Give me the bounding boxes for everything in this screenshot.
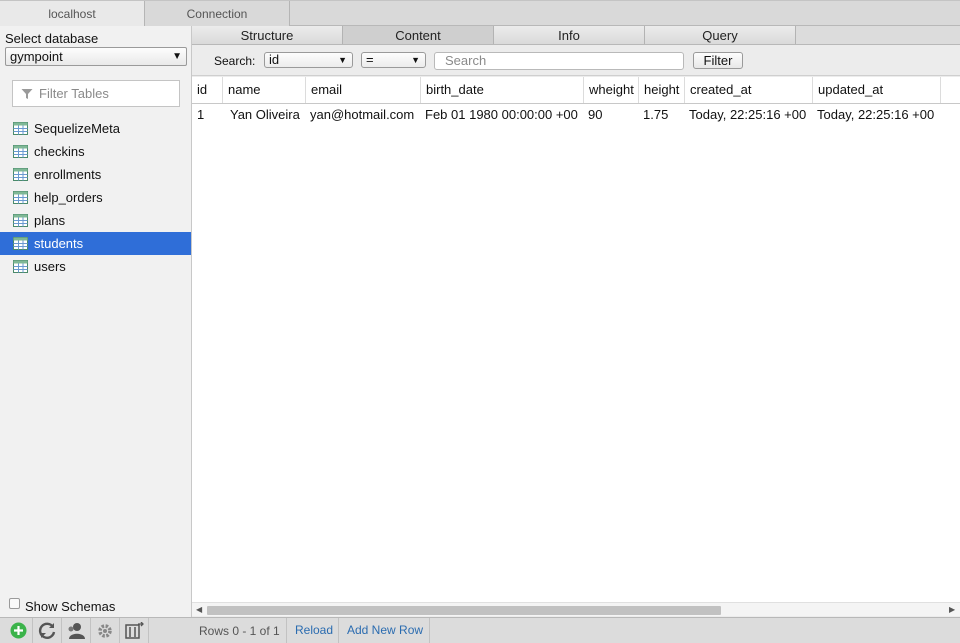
table-icon: [13, 145, 28, 158]
column-header-birth-date[interactable]: birth_date: [421, 77, 584, 103]
search-operator-value: =: [366, 52, 374, 67]
column-header-created-at[interactable]: created_at: [685, 77, 813, 103]
table-icon: [13, 260, 28, 273]
scrollbar-thumb[interactable]: [207, 606, 721, 615]
refresh-button[interactable]: [33, 618, 62, 643]
settings-button[interactable]: [91, 618, 120, 643]
table-item-students[interactable]: students: [0, 232, 191, 255]
column-header-updated-at[interactable]: updated_at: [813, 77, 941, 103]
table-item-label: students: [34, 236, 84, 251]
sidebar: Select database gympoint ▼ Filter Tables…: [0, 26, 192, 617]
table-item-plans[interactable]: plans: [0, 209, 191, 232]
cell-name[interactable]: Yan Oliveira: [225, 104, 308, 126]
table-item-checkins[interactable]: checkins: [0, 140, 191, 163]
user-icon: [68, 623, 85, 639]
add-new-row-button[interactable]: Add New Row: [338, 618, 431, 643]
table-item-label: users: [34, 259, 66, 274]
table-icon: [13, 168, 28, 181]
column-header-id[interactable]: id: [192, 77, 223, 103]
content-tabs: Structure Content Info Query: [192, 26, 960, 45]
table-icon: [13, 191, 28, 204]
tab-content[interactable]: Content: [343, 26, 494, 44]
column-header-height[interactable]: height: [639, 77, 685, 103]
cell-birth-date[interactable]: Feb 01 1980 00:00:00 +00: [420, 104, 584, 126]
filter-funnel-icon: [21, 89, 33, 99]
table-item-help-orders[interactable]: help_orders: [0, 186, 191, 209]
gear-icon: [98, 623, 112, 638]
reload-button[interactable]: Reload: [286, 618, 339, 643]
table-export-icon: [125, 621, 144, 639]
tab-structure[interactable]: Structure: [192, 26, 343, 44]
search-column-value: id: [269, 52, 280, 67]
horizontal-scrollbar[interactable]: ◀ ▶: [192, 602, 960, 616]
add-table-button[interactable]: [4, 618, 33, 643]
tab-info[interactable]: Info: [494, 26, 645, 44]
dropdown-arrow-icon: ▼: [172, 51, 182, 62]
export-button[interactable]: [120, 618, 149, 643]
cell-id[interactable]: 1: [192, 104, 223, 126]
column-header-wheight[interactable]: wheight: [584, 77, 639, 103]
show-schemas-toggle[interactable]: Show Schemas: [9, 598, 116, 614]
table-icon: [13, 122, 28, 135]
scroll-left-arrow-icon[interactable]: ◀: [196, 605, 202, 614]
column-header-email[interactable]: email: [306, 77, 421, 103]
table-item-label: help_orders: [34, 190, 103, 205]
table-item-enrollments[interactable]: enrollments: [0, 163, 191, 186]
tab-connection[interactable]: Connection: [145, 1, 290, 26]
table-item-label: SequelizeMeta: [34, 121, 120, 136]
tab-localhost[interactable]: localhost: [0, 1, 145, 26]
database-select-value: gympoint: [10, 49, 63, 64]
table-item-users[interactable]: users: [0, 255, 191, 278]
users-button[interactable]: [62, 618, 91, 643]
data-grid: id name email birth_date wheight height …: [192, 77, 960, 602]
filter-tables-input[interactable]: Filter Tables: [12, 80, 180, 107]
scroll-right-arrow-icon[interactable]: ▶: [949, 605, 955, 614]
search-column-select[interactable]: id ▼: [264, 52, 353, 68]
table-item-label: plans: [34, 213, 66, 228]
column-header-name[interactable]: name: [223, 77, 306, 103]
table-item-label: enrollments: [34, 167, 102, 182]
show-schemas-label: Show Schemas: [25, 599, 116, 614]
rows-info: Rows 0 - 1 of 1: [199, 624, 280, 638]
grid-header: id name email birth_date wheight height …: [192, 77, 960, 104]
select-database-label: Select database: [5, 31, 99, 46]
table-item-label: checkins: [34, 144, 85, 159]
table-icon: [13, 214, 28, 227]
refresh-icon: [38, 622, 55, 639]
cell-created-at[interactable]: Today, 22:25:16 +00: [684, 104, 813, 126]
table-icon: [13, 237, 28, 250]
connection-tabs: localhost Connection: [0, 0, 960, 26]
tab-query[interactable]: Query: [645, 26, 796, 44]
cell-wheight[interactable]: 90: [583, 104, 638, 126]
cell-updated-at[interactable]: Today, 22:25:16 +00: [812, 104, 960, 126]
search-input[interactable]: Search: [434, 52, 684, 70]
search-operator-select[interactable]: = ▼: [361, 52, 426, 68]
search-bar: Search: id ▼ = ▼ Search Filter: [192, 45, 960, 76]
show-schemas-checkbox[interactable]: [9, 598, 20, 609]
table-list: SequelizeMeta checkins enrollments help_…: [0, 117, 191, 278]
database-select[interactable]: gympoint ▼: [5, 47, 187, 66]
table-row[interactable]: 1 Yan Oliveira yan@hotmail.com Feb 01 19…: [192, 104, 960, 126]
filter-tables-placeholder: Filter Tables: [39, 86, 109, 101]
search-label: Search:: [214, 54, 256, 68]
filter-button[interactable]: Filter: [693, 52, 743, 69]
table-item-sequelizemeta[interactable]: SequelizeMeta: [0, 117, 191, 140]
cell-height[interactable]: 1.75: [638, 104, 684, 126]
dropdown-arrow-icon: ▼: [338, 55, 347, 65]
bottom-toolbar: Rows 0 - 1 of 1 Reload Add New Row: [0, 617, 960, 643]
dropdown-arrow-icon: ▼: [411, 55, 420, 65]
cell-email[interactable]: yan@hotmail.com: [305, 104, 421, 126]
add-icon: [10, 622, 26, 639]
